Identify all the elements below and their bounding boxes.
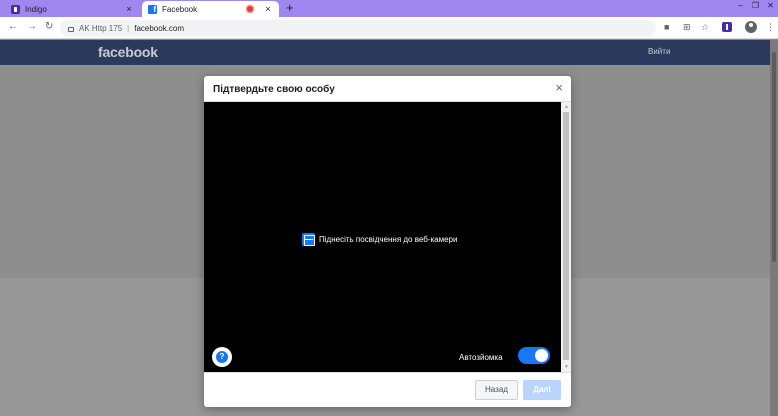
next-button[interactable]: Далі [523, 380, 561, 400]
scroll-down-icon[interactable]: ▼ [564, 364, 569, 370]
recording-icon [247, 6, 253, 12]
indigo-extension-icon[interactable] [722, 22, 732, 32]
id-scan-icon [302, 233, 315, 246]
tab-strip: Indigo × f Facebook × + – ❐ ✕ [0, 0, 778, 17]
reload-icon[interactable]: ↻ [45, 21, 53, 32]
tab-close-icon[interactable]: × [263, 4, 273, 14]
profile-avatar-icon[interactable] [745, 21, 757, 33]
dialog-close-icon[interactable]: × [555, 81, 563, 95]
page-scrollbar-thumb[interactable] [772, 52, 776, 262]
forward-arrow-icon[interactable]: → [27, 21, 37, 32]
tab-close-icon[interactable]: × [124, 4, 134, 14]
url-text[interactable]: facebook.com [134, 24, 184, 33]
auto-capture-toggle[interactable] [518, 347, 550, 364]
tab-label: Indigo [25, 4, 47, 14]
dialog-title: Підтвердьте свою особу [213, 84, 335, 95]
verify-identity-dialog: Підтвердьте свою особу × Піднесіть посві… [204, 76, 571, 407]
lock-icon [68, 26, 74, 32]
camera-icon[interactable]: ■ [664, 22, 669, 32]
window-controls: – ❐ ✕ [733, 0, 778, 14]
facebook-logo[interactable]: facebook [98, 44, 158, 60]
indigo-icon [11, 4, 20, 14]
facebook-icon: f [148, 4, 157, 14]
tab-facebook[interactable]: f Facebook × [142, 1, 279, 17]
star-icon[interactable]: ☆ [701, 22, 709, 33]
back-arrow-icon[interactable]: ← [8, 21, 18, 32]
translate-icon[interactable]: ⊞ [683, 22, 691, 33]
profile-label: AK Http 175 [79, 23, 123, 33]
webcam-hint-text: Піднесіть посвідчення до веб-камери [319, 235, 458, 244]
help-icon: ? [216, 351, 228, 363]
page-scrollbar[interactable] [770, 40, 778, 416]
toggle-knob [535, 349, 548, 362]
dialog-footer-divider [204, 372, 571, 373]
dialog-scrollbar-thumb[interactable] [563, 112, 569, 360]
logout-link[interactable]: Вийти [648, 47, 670, 56]
browser-toolbar: ← → ↻ AK Http 175 | facebook.com ■ ⊞ ☆ ⋮ [0, 17, 778, 39]
auto-capture-label: Автозйомка [459, 353, 503, 362]
webcam-hint: Піднесіть посвідчення до веб-камери [302, 233, 457, 246]
new-tab-button[interactable]: + [286, 1, 294, 15]
tab-indigo[interactable]: Indigo × [5, 1, 140, 17]
dialog-scrollbar[interactable]: ▲ ▼ [561, 102, 571, 372]
back-button[interactable]: Назад [475, 380, 518, 400]
restore-icon[interactable]: ❐ [748, 0, 763, 14]
address-bar[interactable]: AK Http 175 | facebook.com [60, 20, 656, 36]
scroll-up-icon[interactable]: ▲ [564, 104, 569, 110]
menu-kebab-icon[interactable]: ⋮ [766, 22, 775, 33]
webcam-preview: Піднесіть посвідчення до веб-камери ? Ав… [204, 102, 561, 372]
window-close-icon[interactable]: ✕ [763, 0, 778, 14]
address-separator: | [127, 23, 130, 33]
tab-label: Facebook [162, 4, 198, 14]
facebook-header: facebook Вийти [0, 40, 778, 65]
help-button[interactable]: ? [212, 347, 232, 367]
minimize-icon[interactable]: – [733, 0, 748, 14]
